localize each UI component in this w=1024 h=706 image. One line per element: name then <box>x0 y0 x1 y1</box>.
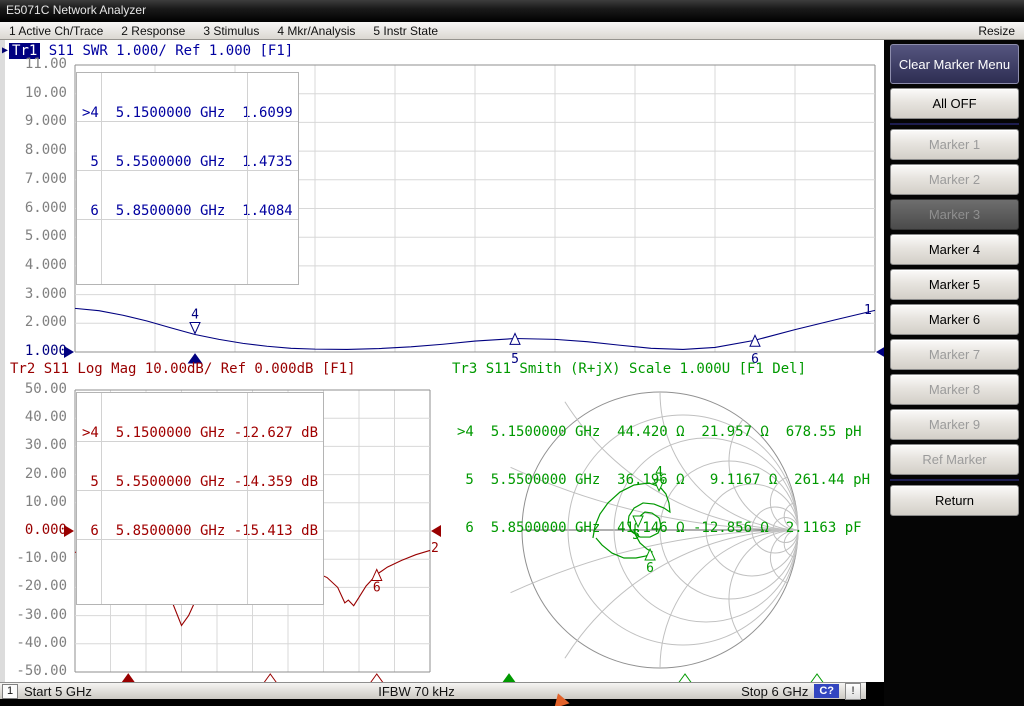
start-frequency-label[interactable]: Start 5 GHz <box>24 684 92 699</box>
y-axis-tick-label: 40.00 <box>11 409 67 425</box>
softkey-divider <box>890 123 1019 125</box>
menu-item-active-ch-trace[interactable]: 1 Active Ch/Trace <box>0 24 112 38</box>
y-axis-tick-label: -30.00 <box>11 607 67 623</box>
y-axis-tick-label: 8.000 <box>11 142 67 158</box>
y-axis-tick-label: 6.000 <box>11 200 67 216</box>
softkey-marker-9: Marker 9 <box>890 409 1019 440</box>
y-axis-tick-label: 2.000 <box>11 314 67 330</box>
softkey-ref-marker: Ref Marker <box>890 444 1019 475</box>
marker-row: 5 5.5500000 GHz 1.4735 <box>77 154 298 171</box>
y-axis-tick-label: 7.000 <box>11 171 67 187</box>
menu-bar: 1 Active Ch/Trace 2 Response 3 Stimulus … <box>0 22 1024 40</box>
window-title: E5071C Network Analyzer <box>6 3 146 17</box>
channel-number-box: 1 <box>2 684 18 699</box>
softkey-marker-8: Marker 8 <box>890 374 1019 405</box>
y-axis-tick-label: 50.00 <box>11 381 67 397</box>
resize-control[interactable]: Resize <box>969 24 1024 38</box>
y-axis-tick-label: -50.00 <box>11 663 67 679</box>
softkey-sidebar: Clear Marker Menu All OFF Marker 1 Marke… <box>884 40 1024 706</box>
table-divider <box>101 393 102 604</box>
y-axis-tick-label: 0.000 <box>11 522 67 538</box>
vna-application-window: 456456456 E5071C Network Analyzer 1 Acti… <box>0 0 1024 706</box>
ifbw-label[interactable]: IFBW 70 kHz <box>378 684 455 699</box>
table-divider <box>101 73 102 284</box>
softkey-marker-3[interactable]: Marker 3 <box>890 199 1019 230</box>
softkey-marker-6[interactable]: Marker 6 <box>890 304 1019 335</box>
trace2-title[interactable]: Tr2 S11 Log Mag 10.00dB/ Ref 0.000dB [F1… <box>10 361 356 377</box>
y-axis-tick-label: 20.00 <box>11 466 67 482</box>
menu-item-stimulus[interactable]: 3 Stimulus <box>194 24 268 38</box>
table-divider <box>247 73 248 284</box>
y-axis-tick-label: 10.00 <box>11 494 67 510</box>
marker-row: 6 5.8500000 GHz 1.4084 <box>77 203 298 220</box>
softkey-menu-title: Clear Marker Menu <box>890 44 1019 84</box>
softkey-marker-2: Marker 2 <box>890 164 1019 195</box>
softkey-marker-4[interactable]: Marker 4 <box>890 234 1019 265</box>
y-axis-tick-label: 3.000 <box>11 286 67 302</box>
y-axis-tick-label: 4.000 <box>11 257 67 273</box>
softkey-marker-1: Marker 1 <box>890 129 1019 160</box>
stop-frequency-label[interactable]: Stop 6 GHz <box>741 684 808 699</box>
trace1-title: S11 SWR 1.000/ Ref 1.000 [F1] <box>40 43 293 59</box>
marker-row: 5 5.5500000 GHz -14.359 dB <box>77 474 323 491</box>
y-axis-tick-label: 5.000 <box>11 228 67 244</box>
trace1-number-label: 1 <box>864 303 872 318</box>
menu-item-response[interactable]: 2 Response <box>112 24 194 38</box>
cal-status-badge: C? <box>814 684 839 698</box>
softkey-return[interactable]: Return <box>890 485 1019 516</box>
y-axis-tick-label: -40.00 <box>11 635 67 651</box>
marker-row: 5 5.5500000 GHz 36.196 Ω 9.1167 Ω 261.44… <box>452 472 875 488</box>
marker-row: 6 5.8500000 GHz 41.146 Ω -12.856 Ω 2.116… <box>452 520 875 536</box>
marker-row: >4 5.1500000 GHz 1.6099 <box>77 105 298 122</box>
y-axis-tick-label: 9.000 <box>11 113 67 129</box>
trace3-marker-table: >4 5.1500000 GHz 44.420 Ω 21.957 Ω 678.5… <box>452 392 875 568</box>
softkey-all-off[interactable]: All OFF <box>890 88 1019 119</box>
y-axis-tick-label: -20.00 <box>11 578 67 594</box>
softkey-marker-5[interactable]: Marker 5 <box>890 269 1019 300</box>
active-trace-arrow-icon: ▶ <box>2 45 8 56</box>
y-axis-tick-label: -10.00 <box>11 550 67 566</box>
marker-row: >4 5.1500000 GHz -12.627 dB <box>77 425 323 442</box>
y-axis-tick-label: 1.000 <box>11 343 67 359</box>
softkey-marker-7: Marker 7 <box>890 339 1019 370</box>
trace2-number-label: 2 <box>431 541 439 556</box>
window-titlebar[interactable]: E5071C Network Analyzer <box>0 0 1024 22</box>
trace2-marker-table: >4 5.1500000 GHz -12.627 dB 5 5.5500000 … <box>76 392 324 605</box>
y-axis-tick-label: 11.00 <box>11 56 67 72</box>
marker-row: >4 5.1500000 GHz 44.420 Ω 21.957 Ω 678.5… <box>452 424 875 440</box>
y-axis-tick-label: 10.00 <box>11 85 67 101</box>
trace3-title[interactable]: Tr3 S11 Smith (R+jX) Scale 1.000U [F1 De… <box>452 361 806 377</box>
marker-row: 6 5.8500000 GHz -15.413 dB <box>77 523 323 540</box>
softkey-divider <box>890 479 1019 481</box>
table-divider <box>247 393 248 604</box>
warning-indicator[interactable]: ! <box>845 683 861 700</box>
menu-item-instr-state[interactable]: 5 Instr State <box>364 24 447 38</box>
status-bar: 1 Start 5 GHz IFBW 70 kHz Stop 6 GHz C? … <box>0 682 866 699</box>
trace1-marker-table: >4 5.1500000 GHz 1.6099 5 5.5500000 GHz … <box>76 72 299 285</box>
menu-item-mkr-analysis[interactable]: 4 Mkr/Analysis <box>268 24 364 38</box>
y-axis-tick-label: 30.00 <box>11 437 67 453</box>
softkey-menu-title-text: Clear Marker Menu <box>899 56 1010 73</box>
